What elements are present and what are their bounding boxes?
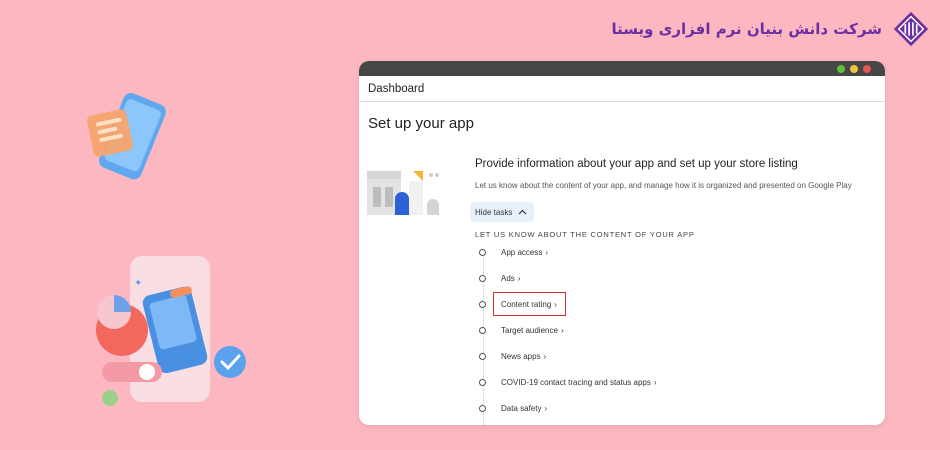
task-status-circle	[479, 326, 486, 334]
task-label: Data safety	[501, 403, 542, 413]
page-title: Set up your app	[368, 115, 474, 132]
chevron-right-icon: ›	[560, 325, 564, 335]
task-target-audience[interactable]: Target audience ›	[479, 323, 564, 337]
breadcrumb-label: Dashboard	[368, 82, 425, 95]
store-illustration-icon	[367, 171, 439, 215]
task-label: App access	[501, 247, 543, 257]
chevron-right-icon: ›	[517, 273, 521, 283]
vista-logo-icon	[893, 11, 929, 47]
task-news-apps[interactable]: News apps ›	[479, 349, 546, 363]
task-ads[interactable]: Ads ›	[479, 271, 520, 285]
task-status-circle	[479, 404, 486, 412]
window-minimize-button[interactable]	[850, 64, 858, 73]
browser-window: Dashboard Set up your app Provide inform…	[359, 61, 885, 425]
task-status-circle	[479, 378, 486, 386]
app-collage-illustration-icon: ✦	[96, 256, 246, 406]
brand-name: شرکت دانش بنیان نرم افزاری ویستا	[611, 20, 882, 38]
content-section-label: LET US KNOW ABOUT THE CONTENT OF YOUR AP…	[475, 230, 695, 239]
task-status-circle	[479, 300, 486, 308]
window-titlebar	[359, 61, 885, 76]
task-label: News apps	[501, 351, 541, 361]
task-label: COVID-19 contact tracing and status apps	[501, 377, 651, 387]
chevron-right-icon: ›	[545, 247, 549, 257]
setup-description: Let us know about the content of your ap…	[475, 181, 852, 190]
task-app-access[interactable]: App access ›	[479, 245, 548, 259]
task-status-circle	[479, 248, 486, 256]
hide-tasks-label: Hide tasks	[475, 207, 513, 217]
task-covid-apps[interactable]: COVID-19 contact tracing and status apps…	[479, 375, 657, 389]
chevron-right-icon: ›	[543, 351, 547, 361]
task-data-safety[interactable]: Data safety ›	[479, 401, 547, 415]
hide-tasks-button[interactable]: Hide tasks	[470, 202, 534, 222]
dashboard-breadcrumb[interactable]: Dashboard	[359, 76, 885, 102]
window-close-button[interactable]	[863, 64, 871, 73]
svg-text:✦: ✦	[134, 278, 142, 289]
brand-header: شرکت دانش بنیان نرم افزاری ویستا	[611, 10, 930, 48]
task-status-circle	[479, 352, 486, 360]
task-label: Target audience	[501, 325, 558, 335]
task-label: Ads	[501, 273, 515, 283]
chevron-right-icon: ›	[653, 377, 657, 387]
content-rating-highlight	[493, 292, 566, 316]
chevron-up-icon	[518, 209, 527, 215]
window-maximize-button[interactable]	[837, 64, 845, 73]
setup-heading: Provide information about your app and s…	[475, 158, 798, 170]
phone-illustration-icon	[87, 93, 166, 180]
chevron-right-icon: ›	[544, 403, 548, 413]
task-status-circle	[479, 274, 486, 282]
